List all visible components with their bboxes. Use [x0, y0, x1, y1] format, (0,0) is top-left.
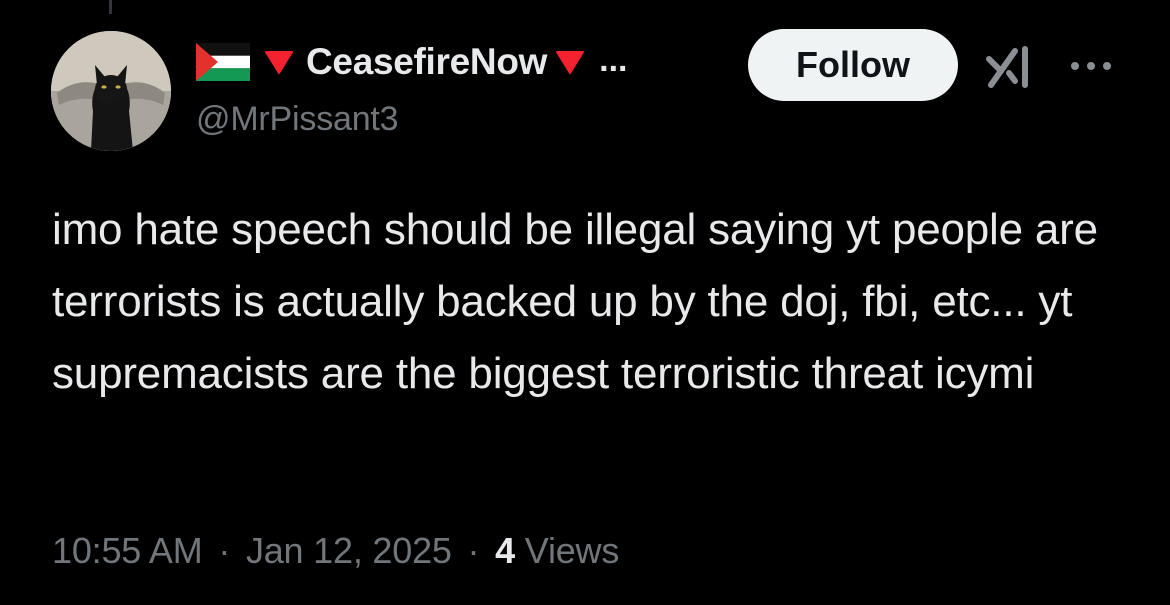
meta-separator: ·	[218, 530, 231, 571]
author-name-row[interactable]: CeasefireNow ...	[196, 38, 627, 86]
tweet-text: imo hate speech should be illegal saying…	[52, 205, 1098, 398]
author-display-name[interactable]: CeasefireNow	[306, 41, 547, 83]
follow-button[interactable]: Follow	[748, 29, 958, 101]
tweet-date[interactable]: Jan 12, 2025	[246, 530, 452, 571]
thread-connector-line	[109, 0, 112, 14]
views-count: 4	[495, 530, 515, 571]
meta-separator: ·	[467, 530, 480, 571]
palestine-flag-icon	[196, 43, 250, 81]
black-cat-avatar-image	[51, 31, 171, 151]
tweet-meta: 10:55 AM · Jan 12, 2025 · 4 Views	[52, 530, 619, 572]
tweet-time[interactable]: 10:55 AM	[52, 530, 203, 571]
grok-icon[interactable]	[985, 45, 1039, 89]
tweet-card: CeasefireNow ... @MrPissant3 Follow imo …	[0, 0, 1170, 605]
avatar[interactable]	[51, 31, 171, 151]
views-label: Views	[524, 530, 620, 571]
red-triangle-icon	[264, 49, 294, 75]
more-options-icon[interactable]	[1068, 58, 1114, 74]
author-handle[interactable]: @MrPissant3	[196, 100, 399, 139]
red-triangle-icon	[555, 49, 585, 75]
name-truncation-ellipsis: ...	[599, 40, 628, 79]
